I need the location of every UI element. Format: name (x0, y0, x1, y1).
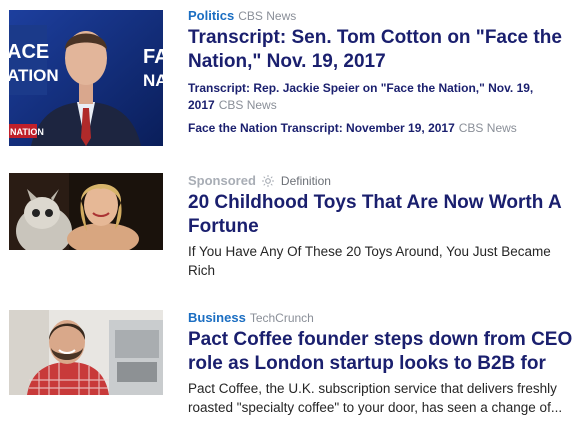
article-content: Sponsored Definition 20 Childhood Toys Th… (188, 173, 586, 280)
thumbnail-text: ATION (9, 66, 59, 85)
related-article[interactable]: Face the Nation Transcript: November 19,… (188, 120, 586, 137)
article-title[interactable]: 20 Childhood Toys That Are Now Worth A F… (188, 191, 578, 239)
thumbnail-text: NAT (143, 71, 163, 90)
related-article[interactable]: Transcript: Rep. Jackie Speier on "Face … (188, 80, 548, 114)
article-summary: Pact Coffee, the U.K. subscription servi… (188, 381, 563, 415)
article-title-link[interactable]: Pact Coffee founder steps down from CEO … (188, 329, 572, 374)
article-title[interactable]: Pact Coffee founder steps down from CEO … (188, 328, 583, 376)
source-label: CBS News (218, 98, 277, 112)
source-label: Definition (280, 174, 331, 188)
article-meta: Sponsored Definition (188, 173, 586, 189)
sun-icon (261, 175, 274, 187)
thumbnail-text: FA (143, 46, 163, 68)
article-meta: Business TechCrunch (188, 310, 586, 326)
source-label: CBS News (238, 9, 297, 23)
category-label[interactable]: Business (188, 310, 246, 325)
sponsored-label: Sponsored (188, 173, 256, 188)
article-meta: Politics CBS News (188, 8, 586, 24)
thumbnail-image: ACE ATION FA NAT NATION (9, 10, 163, 146)
article-title-link[interactable]: 20 Childhood Toys That Are Now Worth A F… (188, 192, 561, 237)
article-content: Business TechCrunch Pact Coffee founder s… (188, 310, 586, 417)
source-label: CBS News (458, 121, 517, 135)
article-title-link[interactable]: Transcript: Sen. Tom Cotton on "Face the… (188, 27, 562, 72)
thumbnail-text: ACE (9, 41, 49, 63)
source-label: TechCrunch (249, 311, 314, 325)
article-content: Politics CBS News Transcript: Sen. Tom Co… (188, 8, 586, 137)
article-thumbnail[interactable] (9, 173, 163, 250)
thumbnail-image (9, 310, 163, 395)
article-thumbnail[interactable]: ACE ATION FA NAT NATION (9, 10, 163, 146)
article-summary: If You Have Any Of These 20 Toys Around,… (188, 244, 551, 278)
thumbnail-image (9, 173, 163, 250)
thumbnail-text: NATION (10, 127, 44, 137)
article-title[interactable]: Transcript: Sen. Tom Cotton on "Face the… (188, 26, 578, 74)
category-label[interactable]: Politics (188, 8, 234, 23)
article-thumbnail[interactable] (9, 310, 163, 395)
related-title[interactable]: Face the Nation Transcript: November 19,… (188, 121, 455, 135)
